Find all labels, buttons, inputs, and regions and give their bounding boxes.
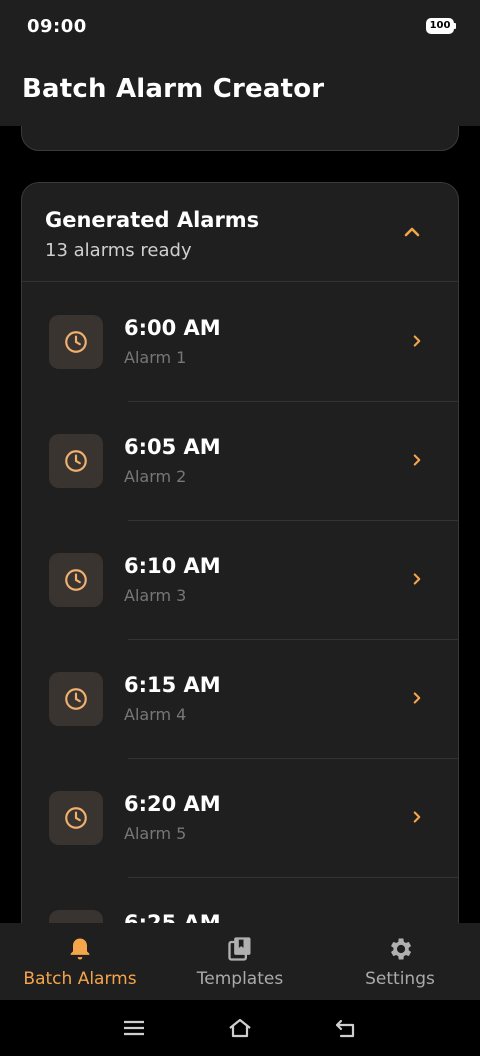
alarm-time: 6:15 AM bbox=[124, 673, 221, 697]
back-icon[interactable] bbox=[333, 1016, 359, 1040]
alarm-icon-box bbox=[49, 672, 103, 726]
alarm-time: 6:10 AM bbox=[124, 554, 221, 578]
system-navigation-bar bbox=[0, 1000, 480, 1056]
chevron-right-icon[interactable] bbox=[408, 451, 426, 469]
nav-label: Settings bbox=[365, 969, 435, 989]
chevron-right-icon[interactable] bbox=[408, 332, 426, 350]
alarm-row[interactable]: 6:15 AM Alarm 4 bbox=[22, 639, 458, 758]
alarm-icon-box bbox=[49, 315, 103, 369]
alarm-label: Alarm 4 bbox=[124, 705, 187, 724]
menu-icon[interactable] bbox=[121, 1016, 147, 1040]
alarm-icon-box bbox=[49, 553, 103, 607]
home-icon[interactable] bbox=[227, 1016, 253, 1040]
alarm-row[interactable]: 6:20 AM Alarm 5 bbox=[22, 758, 458, 877]
alarm-label: Alarm 2 bbox=[124, 467, 187, 486]
app-bar: Batch Alarm Creator bbox=[0, 54, 480, 126]
gear-icon bbox=[391, 938, 412, 960]
alarm-label: Alarm 3 bbox=[124, 586, 187, 605]
scroll-content[interactable]: Generated Alarms 13 alarms ready 6:00 AM… bbox=[0, 126, 480, 923]
alarm-icon-box bbox=[49, 434, 103, 488]
alarm-time: 6:25 AM bbox=[124, 911, 221, 923]
status-bar: 09:00 100 bbox=[0, 0, 480, 54]
generated-alarms-card: Generated Alarms 13 alarms ready 6:00 AM… bbox=[21, 182, 459, 923]
clock-icon bbox=[65, 569, 87, 591]
bell-icon bbox=[70, 938, 90, 960]
alarm-label: Alarm 1 bbox=[124, 348, 187, 367]
alarm-row[interactable]: 6:10 AM Alarm 3 bbox=[22, 520, 458, 639]
settings-card bbox=[21, 126, 459, 151]
alarm-count: 13 alarms ready bbox=[45, 240, 192, 261]
nav-label: Templates bbox=[196, 969, 284, 989]
collection-icon bbox=[228, 937, 251, 961]
alarm-time: 6:20 AM bbox=[124, 792, 221, 816]
generated-alarms-header[interactable]: Generated Alarms 13 alarms ready bbox=[22, 183, 458, 282]
alarm-label: Alarm 5 bbox=[124, 824, 187, 843]
clock-icon bbox=[65, 807, 87, 829]
nav-settings[interactable]: Settings bbox=[320, 923, 480, 1000]
card-title: Generated Alarms bbox=[45, 208, 260, 232]
nav-batch-alarms[interactable]: Batch Alarms bbox=[0, 923, 160, 1000]
chevron-right-icon[interactable] bbox=[408, 808, 426, 826]
status-time: 09:00 bbox=[27, 16, 87, 37]
clock-icon bbox=[65, 688, 87, 710]
nav-label: Batch Alarms bbox=[23, 969, 137, 989]
alarm-row[interactable]: 6:05 AM Alarm 2 bbox=[22, 401, 458, 520]
alarm-icon-box bbox=[49, 791, 103, 845]
alarm-row[interactable]: 6:00 AM Alarm 1 bbox=[22, 282, 458, 401]
alarm-icon-box bbox=[49, 910, 103, 923]
page-title: Batch Alarm Creator bbox=[22, 74, 325, 104]
alarm-row[interactable]: 6:25 AMAlarm 6 bbox=[22, 877, 458, 923]
battery-icon: 100 bbox=[426, 18, 456, 34]
chevron-right-icon[interactable] bbox=[408, 570, 426, 588]
alarm-list: 6:00 AM Alarm 1 6:05 AM Alarm 2 6:10 AM Alarm… bbox=[22, 282, 458, 923]
alarm-time: 6:00 AM bbox=[124, 316, 221, 340]
nav-templates[interactable]: Templates bbox=[160, 923, 320, 1000]
chevron-right-icon[interactable] bbox=[408, 689, 426, 707]
chevron-up-icon[interactable] bbox=[400, 220, 424, 244]
alarm-time: 6:05 AM bbox=[124, 435, 221, 459]
clock-icon bbox=[65, 331, 87, 353]
clock-icon bbox=[65, 450, 87, 472]
bottom-navigation: Batch Alarms Templates Settings bbox=[0, 923, 480, 1000]
